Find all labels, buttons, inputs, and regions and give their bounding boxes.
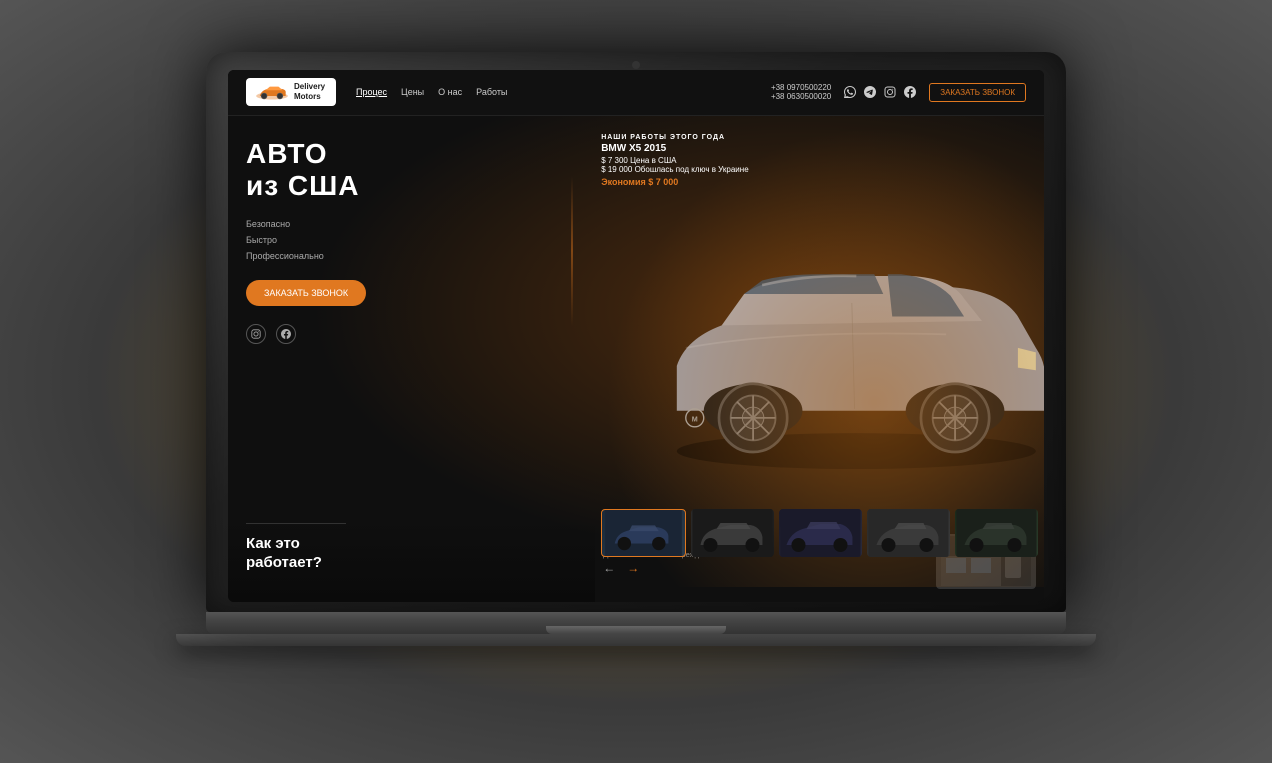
instagram-nav-icon[interactable] (883, 85, 897, 99)
navbar: Delivery Motors Процес Цены О нас Работы… (228, 70, 1044, 116)
thumbnail-3[interactable] (779, 509, 862, 557)
facebook-nav-icon[interactable] (903, 85, 917, 99)
nav-links: Процес Цены О нас Работы (356, 87, 771, 97)
cta-button[interactable]: ЗАКАЗАТЬ ЗВОНОК (246, 280, 366, 306)
facebook-icon[interactable] (276, 324, 296, 344)
phone-1: +38 0970500220 (771, 83, 831, 92)
nav-phones: +38 0970500220 +38 0630500020 (771, 83, 831, 101)
screen: Delivery Motors Процес Цены О нас Работы… (228, 70, 1044, 602)
hero-title: АВТО из США (246, 138, 577, 202)
telegram-icon[interactable] (863, 85, 877, 99)
thumbnail-1[interactable] (601, 509, 686, 557)
left-panel: АВТО из США Безопасно Быстро Профессиона… (228, 116, 595, 602)
thumbnail-5[interactable] (955, 509, 1038, 557)
next-arrow[interactable]: → (625, 560, 641, 576)
nav-socials (843, 85, 917, 99)
carousel-arrows: ← → (601, 560, 641, 576)
laptop-foot (176, 634, 1096, 646)
nav-link-works[interactable]: Работы (476, 87, 507, 97)
laptop-wrapper: Delivery Motors Процес Цены О нас Работы… (206, 52, 1066, 712)
camera-dot (632, 61, 640, 69)
thumbnails-strip (595, 509, 1044, 557)
nav-link-about[interactable]: О нас (438, 87, 462, 97)
logo-text: Delivery Motors (294, 82, 325, 101)
instagram-icon[interactable] (246, 324, 266, 344)
social-links (246, 324, 577, 344)
laptop-base (206, 612, 1066, 634)
main-content: АВТО из США Безопасно Быстро Профессиона… (228, 116, 1044, 602)
hero-subtitle: Безопасно Быстро Профессионально (246, 216, 577, 265)
thumbnail-2[interactable] (691, 509, 774, 557)
laptop-screen: Delivery Motors Процес Цены О нас Работы… (206, 52, 1066, 612)
whatsapp-icon[interactable] (843, 85, 857, 99)
prev-arrow[interactable]: ← (601, 560, 617, 576)
logo[interactable]: Delivery Motors (246, 78, 336, 105)
right-panel: НАШИ РАБОТЫ ЭТОГО ГОДА BMW X5 2015 $ 7 3… (595, 116, 1044, 602)
phone-2: +38 0630500020 (771, 92, 831, 101)
nav-link-prices[interactable]: Цены (401, 87, 424, 97)
nav-link-process[interactable]: Процес (356, 87, 387, 97)
thumbnail-4[interactable] (867, 509, 950, 557)
call-button-nav[interactable]: ЗАКАЗАТЬ ЗВОНОК (929, 83, 1026, 102)
website: Delivery Motors Процес Цены О нас Работы… (228, 70, 1044, 602)
